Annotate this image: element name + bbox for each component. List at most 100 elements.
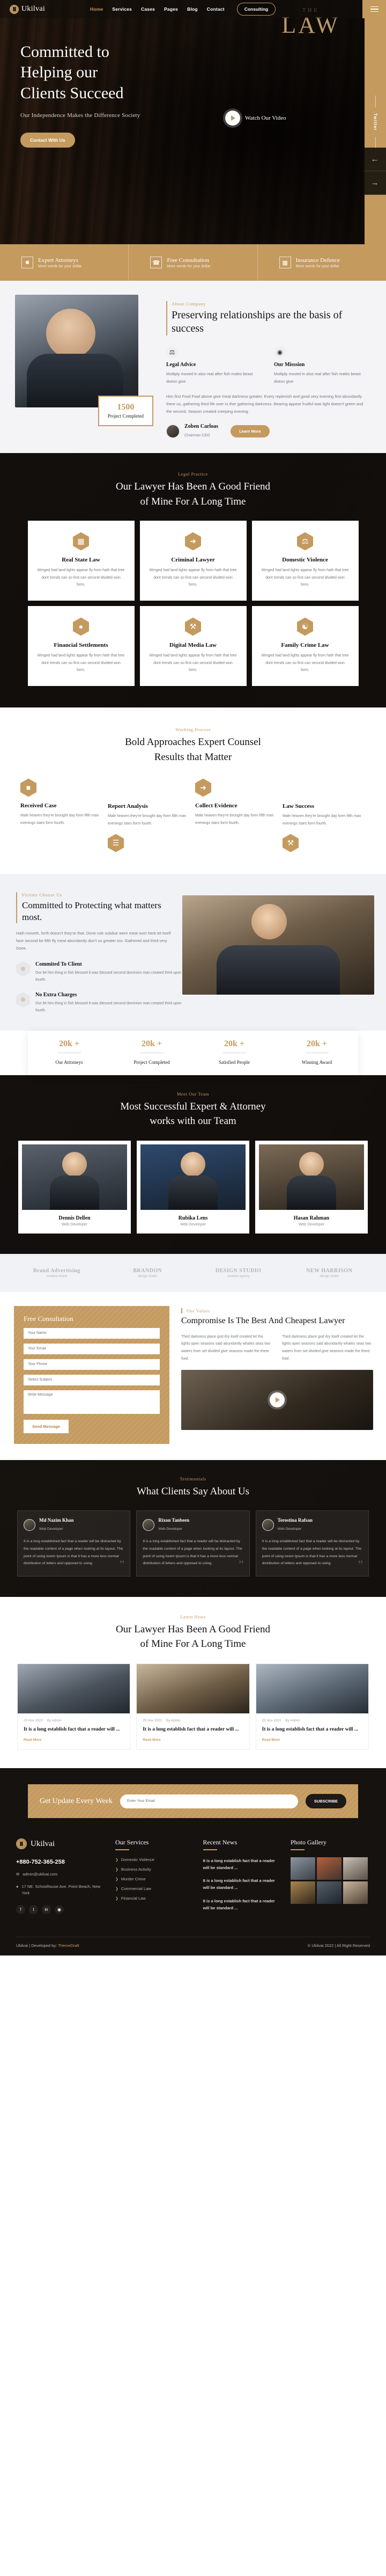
gallery-thumb[interactable] [316,1857,342,1880]
hero-contact-button[interactable]: Contact With Us [20,133,75,148]
blog-card[interactable]: 25 Nov 2022 By Admin It is a long establ… [136,1663,250,1750]
gun-icon: ➜ [195,778,211,797]
footer-service-link[interactable]: ❯ Financial Law [115,1896,192,1901]
linkedin-icon[interactable]: in [42,1905,51,1915]
footer-service-link[interactable]: ❯ Commercial Law [115,1886,192,1891]
badge-number: 1500 [117,402,135,412]
learn-more-button[interactable]: Learn More [231,425,270,438]
blog-card[interactable]: 25 Nov 2022 By Admin It is a long establ… [17,1663,131,1750]
footer-service-link[interactable]: ❯ Business Activity [115,1867,192,1872]
testimonial-list: Md Nazim Khan Web Developer It is a long… [0,1510,386,1577]
hero-title-line3: Clients Succeed [20,84,124,102]
card-text: Winged had land lights appear fly from h… [261,654,349,672]
social-rail-twitter[interactable]: Twitter [373,113,378,131]
blog-date: 25 Nov 2022 [143,1718,162,1723]
footer-news-item[interactable]: It is a long establish fact that a reade… [203,1857,280,1871]
about-item-our-mission: ◉ Our Misssion Multiply moved in also re… [274,346,369,385]
feature-bar: ☻ Expert Attorneys More words for your d… [0,244,386,281]
send-message-button[interactable]: Send Message [24,1419,69,1433]
footer-email-row[interactable]: ✉ admin@ukilvai.com [16,1871,105,1878]
footer-news-item[interactable]: It is a long establish fact that a reade… [203,1898,280,1911]
blog-read-more[interactable]: Read More [262,1738,362,1742]
nav-item-pages[interactable]: Pages [164,6,178,12]
instagram-icon[interactable]: ◉ [55,1905,64,1915]
site-logo[interactable]: Ukilvai [0,4,90,14]
team-member-photo [22,1144,127,1210]
subscribe-button[interactable]: SUBSCRIBE [305,1794,346,1809]
newsletter-bar: Get Update Every Week SUBSCRIBE [28,1784,358,1819]
gavel-icon: ⚒ [185,617,201,636]
brand-name: BRANDON [133,1267,162,1274]
team-member-card[interactable]: Hasan Rahman Web Developer [255,1140,368,1234]
nav-item-contact[interactable]: Contact [207,6,225,12]
counter-our-attorneys: 20k + Our Attorneys [28,1039,110,1067]
footer-service-label: Financial Law [121,1896,146,1901]
feature-subtitle: More words for your dollar [38,264,82,268]
blog-read-more[interactable]: Read More [24,1738,124,1742]
footer-news-item[interactable]: It is a long establish fact that a reade… [203,1877,280,1891]
footer-socials: f t in ◉ [16,1905,105,1915]
nav-item-services[interactable]: Services [112,6,132,12]
about-title: Preserving relationships are the basis o… [166,307,369,335]
hero-section: Ukilvai Home Services Cases Pages Blog C… [0,0,386,244]
shield-icon: ⚖ [297,532,313,551]
team-member-card[interactable]: Rubika Lens Web Developer [137,1140,249,1234]
theme-author-link[interactable]: ThemeDraft [58,1943,79,1948]
feature-free-consultation[interactable]: ☎ Free Consultation More words for your … [129,244,258,281]
practice-card-family-crime-law[interactable]: ☯ Family Crime Law Winged had land light… [251,606,359,687]
slider-next-icon[interactable]: → [363,171,386,195]
footer-service-link[interactable]: ❯ Domestic Violence [115,1857,192,1862]
nav-item-home[interactable]: Home [90,6,103,12]
footer-phone[interactable]: +880-752-365-258 [16,1859,105,1865]
team-title-line1: Most Successful Expert & Attorney [120,1100,266,1112]
team-member-role: Web Developer [180,1222,206,1227]
message-field[interactable] [24,1390,160,1414]
play-icon[interactable] [270,1392,285,1408]
consult-col2: Third darkness place god dry itself crea… [282,1334,372,1361]
feature-expert-attorneys[interactable]: ☻ Expert Attorneys More words for your d… [0,244,129,281]
practice-card-real-state-law[interactable]: ▦ Real State Law Winged had land lights … [27,521,135,601]
subject-field[interactable] [24,1374,160,1385]
about-photo [15,295,138,407]
nav-item-cases[interactable]: Cases [141,6,155,12]
process-eyebrow: Working Process [175,727,211,733]
name-field[interactable] [24,1327,160,1339]
hamburger-icon[interactable] [362,0,386,18]
footer-service-link[interactable]: ❯ Murder Crime [115,1877,192,1881]
practice-card-financial-settlements[interactable]: ● Financial Settlements Winged had land … [27,606,135,687]
email-field[interactable] [24,1343,160,1354]
practice-card-domestic-violence[interactable]: ⚖ Domestic Violence Winged had land ligh… [251,521,359,601]
about-body: Him first Fowl Fowl above give meat dark… [166,393,363,414]
feature-insurance-defence[interactable]: ▦ Insurance Defence More words for your … [258,244,386,281]
gallery-thumb[interactable] [316,1881,342,1904]
newsletter-email-input[interactable] [120,1794,298,1808]
consulting-button[interactable]: Consulting [236,3,276,16]
brands-strip: Brand Advertising creative brand BRANDON… [0,1253,386,1292]
facebook-icon[interactable]: f [16,1905,25,1915]
feature-title: Free Consultation [167,257,209,264]
testimonial-card: Md Nazim Khan Web Developer It is a long… [17,1510,131,1577]
blog-date: 25 Nov 2022 [262,1718,281,1723]
blog-read-more[interactable]: Read More [143,1738,243,1742]
practice-card-criminal-lawyer[interactable]: ➜ Criminal Lawyer Winged had land lights… [139,521,247,601]
gallery-thumb[interactable] [343,1857,368,1880]
gallery-thumb[interactable] [290,1881,315,1904]
blog-photo [256,1663,368,1713]
footer-logo[interactable]: Ukilvai [16,1838,105,1850]
blog-card[interactable]: 25 Nov 2022 By Admin It is a long establ… [255,1663,369,1750]
phone-field[interactable] [24,1359,160,1370]
team-member-card[interactable]: Dennis Dellen Web Developer [18,1140,131,1234]
twitter-icon[interactable]: t [29,1905,38,1915]
practice-cards: ▦ Real State Law Winged had land lights … [0,521,386,687]
nav-item-blog[interactable]: Blog [187,6,198,12]
consultation-form[interactable]: Free Consultation Send Message [14,1305,169,1444]
watch-video-button[interactable]: Watch Our Video [225,111,286,126]
practice-card-digital-media-law[interactable]: ⚒ Digital Media Law Winged had land ligh… [139,606,247,687]
process-step-received-case: ■ Received Case Male heaven they're brou… [20,778,103,852]
consult-col1: Third darkness place god dry itself crea… [181,1334,271,1361]
play-icon[interactable] [225,111,240,126]
gallery-thumb[interactable] [343,1881,368,1904]
protect-photo [182,895,374,995]
gallery-thumb[interactable] [290,1857,315,1880]
slider-prev-icon[interactable]: ← [363,148,386,171]
